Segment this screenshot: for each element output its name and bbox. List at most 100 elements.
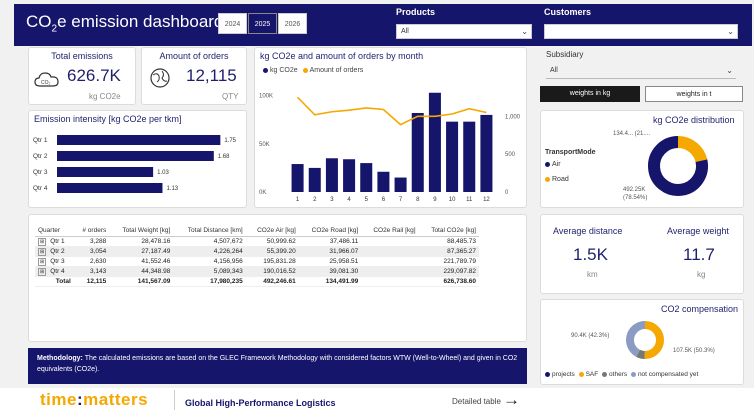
expand-icon[interactable]: ⊞ xyxy=(38,238,47,246)
expand-icon[interactable]: ⊞ xyxy=(38,258,47,266)
legend-dot-co2e xyxy=(263,67,268,73)
right-tick-label: 0 xyxy=(505,190,509,196)
chevron-down-icon: ⌄ xyxy=(521,27,528,36)
distribution-title: kg CO2e distribution xyxy=(653,115,735,125)
row-quarter: ⊞ Qtr 4 xyxy=(35,266,74,277)
compensation-card: CO2 compensation 90.4K (42.3%) 107.5K (5… xyxy=(540,299,744,385)
co2-cloud-icon: CO₂ xyxy=(34,72,59,87)
distribution-legend-air: Air xyxy=(545,161,561,168)
compensation-legend: projects SAF others not compensated yet xyxy=(545,371,698,378)
month-tick-label: 5 xyxy=(365,197,369,203)
weights-kg-button[interactable]: weights in kg xyxy=(540,86,640,102)
table-total-row: Total 12,115 141,567.09 17,980,235 492,246.6… xyxy=(35,276,479,287)
cell: 4,507,672 xyxy=(173,236,246,247)
orders-value: 12,115 xyxy=(186,66,237,85)
month-bar xyxy=(446,121,459,192)
data-table: Quarter # orders Total Weight [kg] Total… xyxy=(35,225,479,287)
compensation-slice xyxy=(644,321,664,359)
distribution-legend-title: TransportMode xyxy=(545,149,596,156)
data-table-card: Quarter # orders Total Weight [kg] Total… xyxy=(28,214,527,342)
orders-unit: QTY xyxy=(222,92,239,101)
row-quarter: ⊞ Qtr 1 xyxy=(35,236,74,247)
products-value: All xyxy=(401,28,409,35)
expand-icon[interactable]: ⊞ xyxy=(38,268,47,276)
month-bar xyxy=(394,177,407,192)
subsidiary-label: Subsidiary xyxy=(546,50,584,59)
cell: 3,054 xyxy=(73,246,110,257)
month-tick-label: 7 xyxy=(399,197,403,203)
row-quarter: ⊞ Qtr 3 xyxy=(35,256,74,267)
cell xyxy=(361,246,419,257)
left-tick-label: 50K xyxy=(259,142,270,148)
legend-dot-air xyxy=(545,161,550,167)
right-tick-label: 500 xyxy=(505,152,516,158)
methodology-label: Methodology: xyxy=(37,355,83,362)
globe-icon xyxy=(150,68,170,88)
month-bar xyxy=(480,114,493,192)
cell: 87,365.27 xyxy=(418,246,479,257)
distribution-donut xyxy=(648,136,708,196)
cell: 492,246.61 xyxy=(245,276,299,287)
products-label: Products xyxy=(396,7,436,17)
compensation-label-saf: 107.5K (50.3%) xyxy=(673,348,715,354)
legend-dot-road xyxy=(545,176,550,182)
month-bar xyxy=(411,112,424,192)
products-dropdown[interactable]: All ⌄ xyxy=(396,24,532,39)
avg-weight-title: Average weight xyxy=(667,226,729,236)
customers-dropdown[interactable]: ⌄ xyxy=(544,24,738,39)
legend-not-compensated: not compensated yet xyxy=(637,371,699,378)
subsidiary-dropdown[interactable]: All ⌄ xyxy=(546,64,736,79)
compensation-slice xyxy=(626,321,646,357)
averages-card: Average distance 1.5K km Average weight … xyxy=(540,214,744,294)
table-row: ⊞ Qtr 2 3,054 27,187.49 4,226,264 55,399.20 3… xyxy=(35,246,479,257)
col-co2e-rail[interactable]: CO2e Rail [kg] xyxy=(361,225,419,237)
col-quarter[interactable]: Quarter xyxy=(35,225,74,237)
col-total-co2e[interactable]: Total CO2e [kg] xyxy=(418,225,479,237)
avg-weight-value: 11.7 xyxy=(683,245,715,264)
month-tick-label: 11 xyxy=(466,197,473,203)
orders-title: Amount of orders xyxy=(159,51,229,61)
distribution-label-air-value: 492.25K xyxy=(623,187,646,193)
intensity-value-label: 1.75 xyxy=(224,138,236,144)
legend-others: others xyxy=(609,371,628,378)
expand-icon[interactable]: ⊞ xyxy=(38,248,47,256)
month-tick-label: 10 xyxy=(449,197,456,203)
month-tick-label: 6 xyxy=(382,197,386,203)
arrow-right-icon[interactable]: → xyxy=(503,390,520,410)
footer-tagline: Global High-Performance Logistics xyxy=(185,398,336,408)
month-tick-label: 8 xyxy=(416,197,420,203)
month-bar xyxy=(325,158,338,192)
table-row: ⊞ Qtr 4 3,143 44,348.98 5,089,343 190,016.52… xyxy=(35,266,479,277)
distribution-label-air-pct: (78.54%) xyxy=(623,195,648,201)
year-2024-button[interactable]: 2024 xyxy=(218,13,247,34)
col-orders[interactable]: # orders xyxy=(73,225,110,237)
subsidiary-value: All xyxy=(550,67,558,74)
cell xyxy=(361,256,419,267)
cell: Total xyxy=(35,276,74,287)
intensity-category-label: Qtr 4 xyxy=(33,185,48,192)
col-weight[interactable]: Total Weight [kg] xyxy=(109,225,174,237)
year-2026-button[interactable]: 2026 xyxy=(278,13,307,34)
intensity-value-label: 1.13 xyxy=(166,186,178,192)
detailed-table-link[interactable]: Detailed table xyxy=(452,397,501,406)
weights-t-button[interactable]: weights in t xyxy=(645,86,743,102)
monthly-chart: 100K50K0K1,00050001 2 3 4 5 6 7 8 9 10 11 12 xyxy=(259,92,521,203)
intensity-value-label: 1.03 xyxy=(157,170,169,176)
month-bar xyxy=(308,167,321,192)
col-distance[interactable]: Total Distance [km] xyxy=(173,225,246,237)
cell: 50,999.62 xyxy=(245,236,299,247)
svg-text:CO₂: CO₂ xyxy=(41,80,51,86)
avg-distance-unit: km xyxy=(587,270,598,279)
cell xyxy=(361,266,419,277)
intensity-category-label: Qtr 1 xyxy=(33,137,48,144)
legend-projects: projects xyxy=(552,371,575,378)
year-2025-button[interactable]: 2025 xyxy=(248,13,277,34)
col-co2e-air[interactable]: CO2e Air [kg] xyxy=(245,225,299,237)
timematters-logo: time:matters xyxy=(40,390,149,409)
customers-label: Customers xyxy=(544,7,592,17)
chevron-down-icon: ⌄ xyxy=(726,66,733,75)
cell: 28,478.16 xyxy=(109,236,174,247)
cell: 12,115 xyxy=(73,276,110,287)
intensity-category-label: Qtr 2 xyxy=(33,153,48,160)
col-co2e-road[interactable]: CO2e Road [kg] xyxy=(298,225,362,237)
